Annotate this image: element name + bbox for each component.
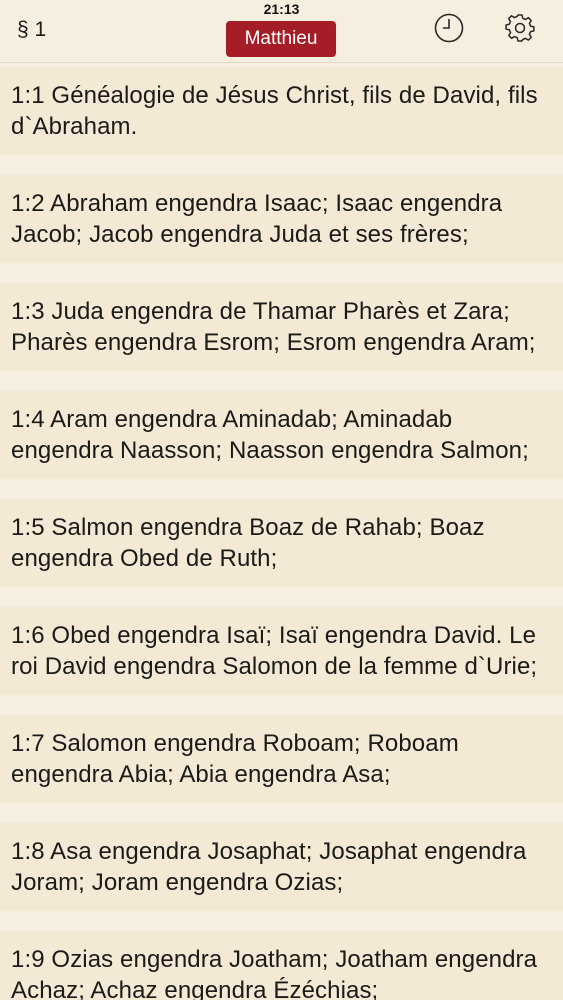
verse-1-4[interactable]: 1:4 Aram engendra Aminadab; Aminadab eng… — [0, 391, 563, 479]
status-time: 21:13 — [263, 1, 300, 17]
book-selector-button[interactable]: Matthieu — [226, 21, 336, 57]
verse-1-2[interactable]: 1:2 Abraham engendra Isaac; Isaac engend… — [0, 175, 563, 263]
verse-list[interactable]: 1:1 Généalogie de Jésus Christ, fils de … — [0, 63, 563, 1000]
verse-1-1[interactable]: 1:1 Généalogie de Jésus Christ, fils de … — [0, 67, 563, 155]
verse-1-3[interactable]: 1:3 Juda engendra de Thamar Pharès et Za… — [0, 283, 563, 371]
verse-1-7[interactable]: 1:7 Salomon engendra Roboam; Roboam enge… — [0, 715, 563, 803]
chapter-selector[interactable]: § 1 — [17, 18, 46, 42]
verse-1-6[interactable]: 1:6 Obed engendra Isaï; Isaï engendra Da… — [0, 607, 563, 695]
top-bar: 21:13 § 1 Matthieu — [0, 0, 563, 63]
verse-1-5[interactable]: 1:5 Salmon engendra Boaz de Rahab; Boaz … — [0, 499, 563, 587]
clock-icon[interactable] — [433, 12, 465, 44]
gear-icon[interactable] — [504, 12, 536, 44]
verse-1-9[interactable]: 1:9 Ozias engendra Joatham; Joatham enge… — [0, 931, 563, 1000]
verse-1-8[interactable]: 1:8 Asa engendra Josaphat; Josaphat enge… — [0, 823, 563, 911]
